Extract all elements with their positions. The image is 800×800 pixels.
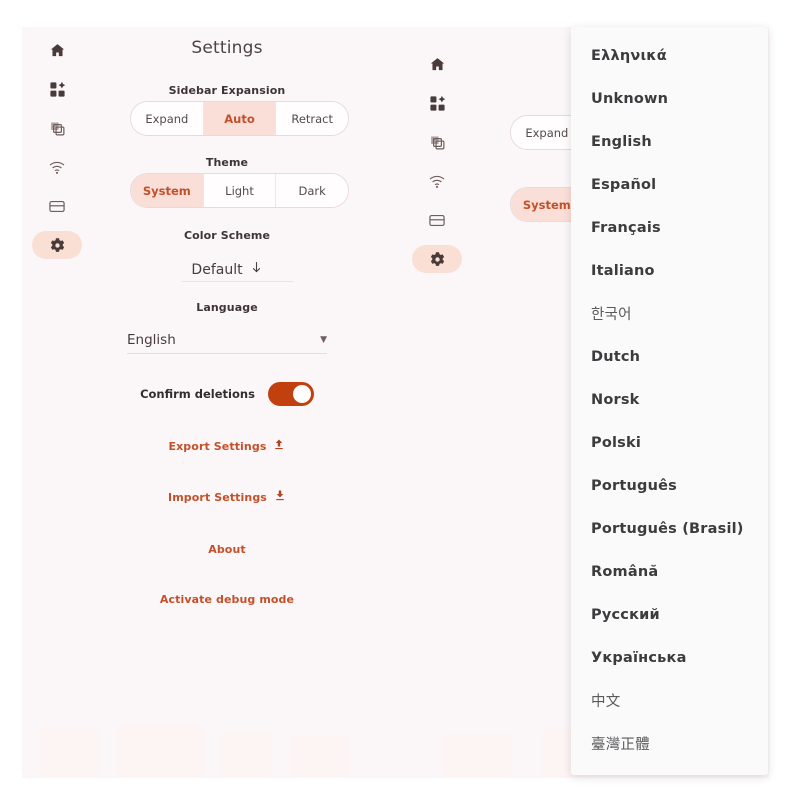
- chevron-down-icon: ▼: [320, 335, 327, 345]
- sidebar-item-settings-secondary[interactable]: [412, 245, 462, 273]
- wifi-icon: [48, 159, 66, 176]
- import-settings-label: Import Settings: [168, 490, 267, 504]
- activate-debug-mode-button[interactable]: Activate debug mode: [82, 593, 372, 606]
- sidebar-item-settings[interactable]: [32, 231, 82, 259]
- confirm-deletions-label: Confirm deletions: [140, 387, 255, 401]
- language-label: Language: [196, 301, 258, 314]
- credit-card-icon: [48, 198, 66, 215]
- list-item[interactable]: English: [571, 120, 768, 163]
- activate-debug-mode-label: Activate debug mode: [159, 593, 295, 606]
- layers-copy-icon: [49, 120, 66, 137]
- sidebar-item-network-secondary[interactable]: [412, 167, 462, 195]
- list-item[interactable]: Português (Brasil): [571, 507, 768, 550]
- grid-dashboard-icon: [49, 81, 66, 98]
- list-item[interactable]: Unknown: [571, 77, 768, 120]
- confirm-deletions-row: Confirm deletions: [82, 382, 372, 406]
- sidebar-item-dashboard-secondary[interactable]: [412, 89, 462, 117]
- layers-copy-icon: [429, 134, 446, 151]
- list-item[interactable]: Ελληνικά: [571, 34, 768, 77]
- gear-icon: [429, 251, 446, 268]
- list-item[interactable]: Français: [571, 206, 768, 249]
- sidebar-item-dashboard[interactable]: [32, 75, 82, 103]
- list-item[interactable]: Polski: [571, 421, 768, 464]
- segment-auto[interactable]: Auto: [203, 102, 277, 135]
- sidebar-expansion-label: Sidebar Expansion: [168, 84, 286, 97]
- grid-dashboard-icon: [429, 95, 446, 112]
- wifi-icon: [428, 173, 446, 190]
- settings-panel-primary: Settings Sidebar Expansion Expand Auto R…: [82, 27, 372, 778]
- color-scheme-label: Color Scheme: [183, 229, 271, 242]
- upload-icon: [273, 438, 285, 454]
- list-item[interactable]: Norsk: [571, 378, 768, 421]
- list-item[interactable]: Dutch: [571, 335, 768, 378]
- export-settings-label: Export Settings: [168, 439, 267, 453]
- download-icon: [274, 489, 286, 505]
- color-scheme-underline: [182, 281, 294, 282]
- color-scheme-value[interactable]: Default: [82, 260, 372, 279]
- gear-icon: [49, 237, 66, 254]
- sidebar-expansion-segmented-control[interactable]: Expand Auto Retract: [130, 101, 349, 136]
- language-select-value: English: [127, 332, 176, 348]
- confirm-deletions-toggle[interactable]: [267, 382, 314, 406]
- language-dropdown-panel[interactable]: Ελληνικά Unknown English Español Françai…: [571, 27, 768, 775]
- theme-segmented-control[interactable]: System Light Dark: [130, 173, 349, 208]
- segment-retract[interactable]: Retract: [276, 102, 348, 135]
- language-dropdown-list: Ελληνικά Unknown English Español Françai…: [571, 34, 768, 765]
- list-item[interactable]: Русский: [571, 593, 768, 636]
- segment-system[interactable]: System: [131, 174, 204, 207]
- list-item[interactable]: Română: [571, 550, 768, 593]
- list-item[interactable]: 臺灣正體: [571, 722, 768, 765]
- sidebar-item-home[interactable]: [32, 36, 82, 64]
- segment-dark[interactable]: Dark: [276, 174, 348, 207]
- toggle-knob: [292, 385, 311, 403]
- sidebar-item-billing[interactable]: [32, 192, 82, 220]
- list-item[interactable]: Português: [571, 464, 768, 507]
- credit-card-icon: [428, 212, 446, 229]
- sidebar-item-library[interactable]: [32, 114, 82, 142]
- list-item[interactable]: 中文: [571, 679, 768, 722]
- page-title: Settings: [191, 38, 263, 58]
- list-item[interactable]: Italiano: [571, 249, 768, 292]
- home-icon: [49, 42, 66, 59]
- sidebar-item-home-secondary[interactable]: [412, 50, 462, 78]
- segment-expand[interactable]: Expand: [131, 102, 204, 135]
- list-item[interactable]: 한국어: [571, 292, 768, 335]
- segment-light[interactable]: Light: [203, 174, 277, 207]
- home-icon: [429, 56, 446, 73]
- export-settings-button[interactable]: Export Settings: [82, 438, 372, 454]
- about-button[interactable]: About: [82, 543, 372, 556]
- screenshot-root: Settings Sidebar Expansion Expand Auto R…: [0, 0, 800, 800]
- list-item[interactable]: Español: [571, 163, 768, 206]
- color-scheme-value-text: Default: [191, 261, 243, 278]
- language-select[interactable]: English ▼: [127, 327, 327, 354]
- sidebar-item-billing-secondary[interactable]: [412, 206, 462, 234]
- list-item[interactable]: Українська: [571, 636, 768, 679]
- sidebar-item-library-secondary[interactable]: [412, 128, 462, 156]
- theme-label: Theme: [205, 156, 249, 169]
- sidebar-item-network[interactable]: [32, 153, 82, 181]
- arrow-down-icon: [250, 260, 263, 279]
- import-settings-button[interactable]: Import Settings: [82, 489, 372, 505]
- about-label: About: [208, 543, 246, 556]
